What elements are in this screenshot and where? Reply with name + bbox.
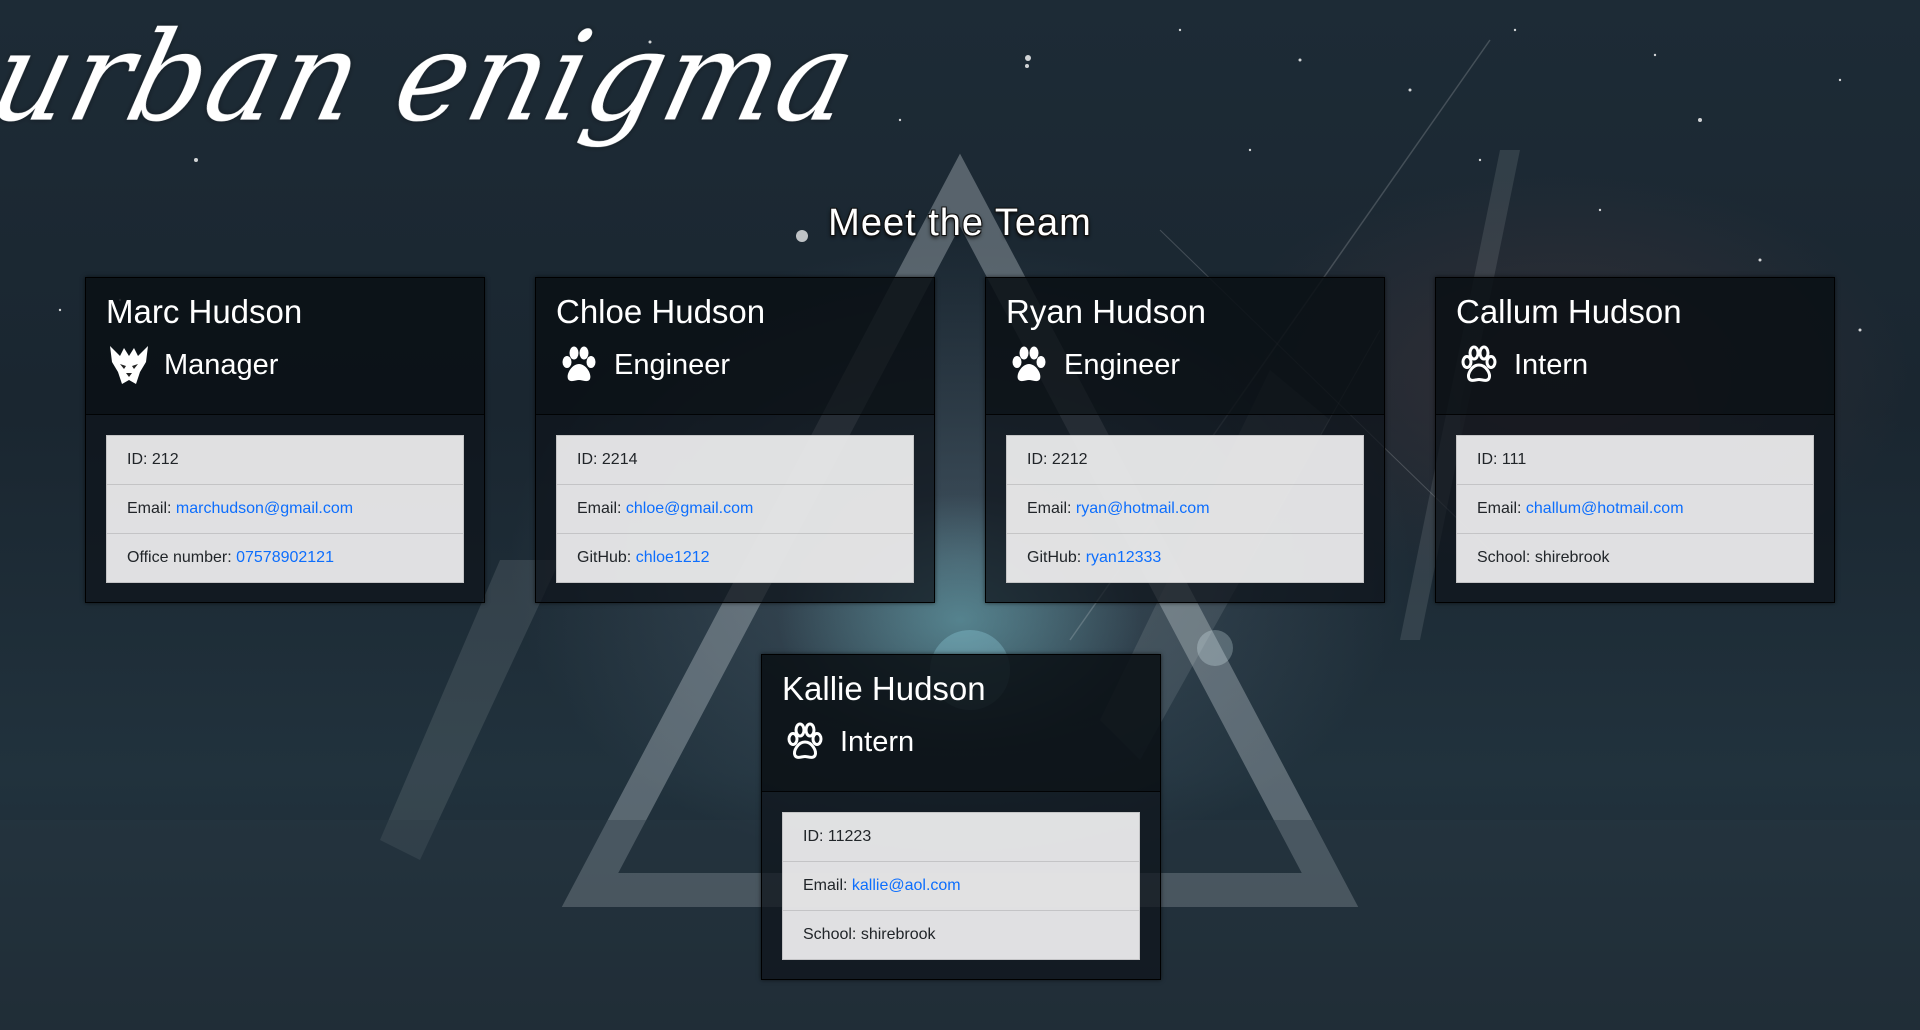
info-list: ID: 212 Email: marchudson@gmail.com Offi… — [106, 435, 464, 583]
employee-role: Engineer — [1064, 348, 1181, 381]
github-link[interactable]: ryan12333 — [1086, 549, 1162, 566]
card-body: ID: 2212 Email: ryan@hotmail.com GitHub:… — [986, 415, 1384, 603]
school-value: shirebrook — [1534, 549, 1610, 566]
id-item: ID: 2214 — [557, 436, 913, 485]
id-item: ID: 111 — [1457, 436, 1813, 485]
info-list: ID: 111 Email: challum@hotmail.com Schoo… — [1456, 435, 1814, 583]
paw-outline-icon — [782, 719, 828, 765]
role-row: Engineer — [556, 340, 914, 390]
card-body: ID: 11223 Email: kallie@aol.com School: … — [762, 792, 1160, 980]
email-item: Email: ryan@hotmail.com — [1007, 485, 1363, 534]
id-item: ID: 2212 — [1007, 436, 1363, 485]
github-link[interactable]: chloe1212 — [636, 549, 710, 566]
id-item: ID: 11223 — [783, 813, 1139, 862]
id-value: 2214 — [601, 451, 638, 468]
email-item: Email: chloe@gmail.com — [557, 485, 913, 534]
employee-name: Ryan Hudson — [1006, 293, 1206, 330]
employee-name: Chloe Hudson — [556, 293, 766, 330]
github-item: GitHub: ryan12333 — [1027, 549, 1162, 566]
employee-card-engineer: Ryan Hudson Engineer ID: 2212 Email: rya… — [985, 277, 1385, 603]
school-item: School: shirebrook — [1477, 549, 1610, 566]
card-body: ID: 111 Email: challum@hotmail.com Schoo… — [1436, 415, 1834, 603]
id-value: 11223 — [827, 828, 872, 845]
role-row: Intern — [782, 717, 1140, 767]
site-banner-logo: urban enigma — [0, 4, 872, 149]
employee-role: Engineer — [614, 348, 731, 381]
employee-role: Intern — [1514, 348, 1589, 381]
employee-name: Marc Hudson — [106, 293, 303, 330]
card-header: Chloe Hudson Engineer — [536, 278, 934, 415]
card-body: ID: 212 Email: marchudson@gmail.com Offi… — [86, 415, 484, 603]
email-item: Email: kallie@aol.com — [783, 862, 1139, 911]
email-link[interactable]: ryan@hotmail.com — [1076, 500, 1210, 517]
role-row: Engineer — [1006, 340, 1364, 390]
employee-card-engineer: Chloe Hudson Engineer ID: 2214 Email: ch… — [535, 277, 935, 603]
email-link[interactable]: marchudson@gmail.com — [176, 500, 353, 517]
school-item: School: shirebrook — [803, 926, 936, 943]
office-number-link[interactable]: 07578902121 — [236, 549, 334, 566]
paw-icon — [1006, 342, 1052, 388]
employee-name: Kallie Hudson — [782, 670, 986, 707]
email-link[interactable]: chloe@gmail.com — [626, 500, 753, 517]
id-value: 2212 — [1051, 451, 1088, 468]
card-body: ID: 2214 Email: chloe@gmail.com GitHub: … — [536, 415, 934, 603]
email-link[interactable]: kallie@aol.com — [852, 877, 961, 894]
email-item: Email: marchudson@gmail.com — [107, 485, 463, 534]
card-header: Callum Hudson Intern — [1436, 278, 1834, 415]
employee-card-intern: Kallie Hudson Intern ID: 11223 Email: ka… — [761, 654, 1161, 980]
employee-role: Intern — [840, 725, 915, 758]
employee-name: Callum Hudson — [1456, 293, 1682, 330]
role-row: Intern — [1456, 340, 1814, 390]
id-item: ID: 212 — [107, 436, 463, 485]
id-value: 212 — [151, 451, 179, 468]
card-header: Ryan Hudson Engineer — [986, 278, 1384, 415]
wolf-icon — [106, 342, 152, 388]
info-list: ID: 2214 Email: chloe@gmail.com GitHub: … — [556, 435, 914, 583]
page-title: Meet the Team — [828, 202, 1092, 244]
school-value: shirebrook — [860, 926, 936, 943]
role-row: Manager — [106, 340, 464, 390]
employee-card-intern: Callum Hudson Intern ID: 111 Email: chal… — [1435, 277, 1835, 603]
paw-icon — [556, 342, 602, 388]
info-list: ID: 2212 Email: ryan@hotmail.com GitHub:… — [1006, 435, 1364, 583]
employee-card-manager: Marc Hudson Manager ID: 212 Email: march… — [85, 277, 485, 603]
email-link[interactable]: challum@hotmail.com — [1526, 500, 1684, 517]
id-value: 111 — [1501, 451, 1527, 468]
paw-outline-icon — [1456, 342, 1502, 388]
info-list: ID: 11223 Email: kallie@aol.com School: … — [782, 812, 1140, 960]
card-header: Marc Hudson Manager — [86, 278, 484, 415]
employee-role: Manager — [164, 348, 279, 381]
email-item: Email: challum@hotmail.com — [1457, 485, 1813, 534]
github-item: GitHub: chloe1212 — [577, 549, 710, 566]
card-header: Kallie Hudson Intern — [762, 655, 1160, 792]
office-number-item: Office number: 07578902121 — [127, 549, 334, 566]
